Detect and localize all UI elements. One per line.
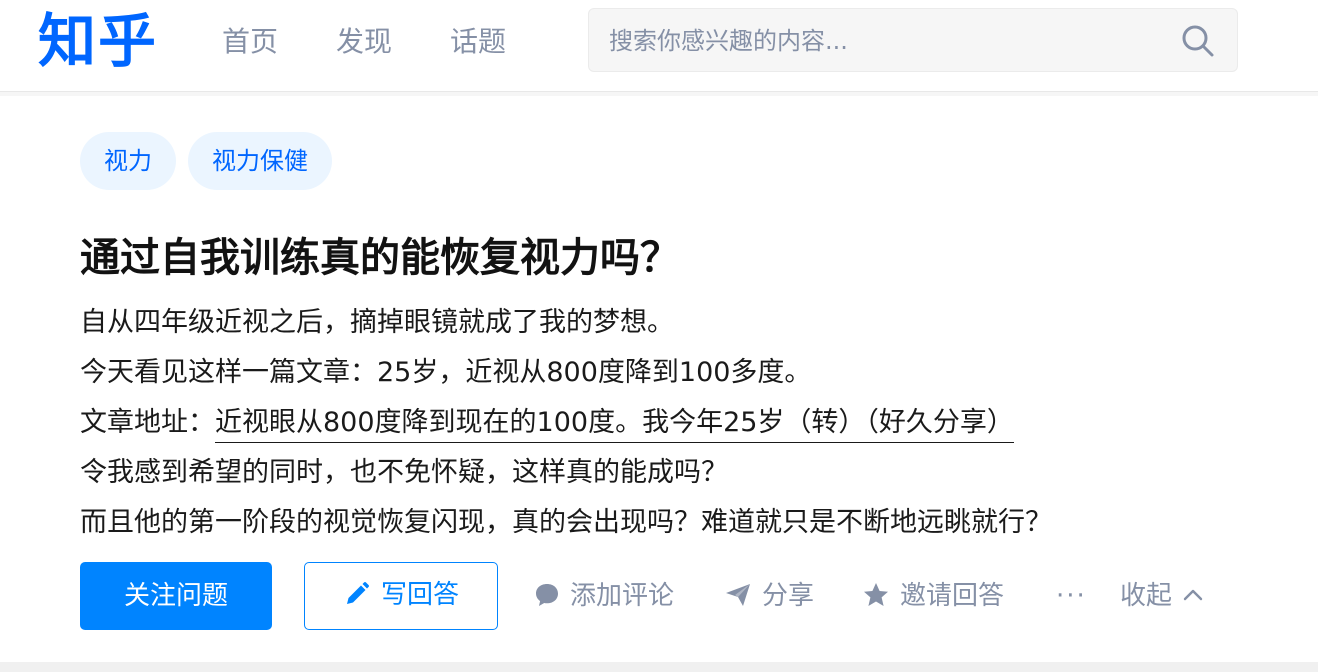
star-icon — [864, 582, 888, 606]
page-bottom-divider — [0, 662, 1318, 672]
write-answer-button[interactable]: 写回答 — [304, 562, 498, 630]
article-address-label: 文章地址： — [80, 407, 215, 438]
question-body: 自从四年级近视之后，摘掉眼镜就成了我的梦想。 今天看见这样一篇文章：25岁，近视… — [80, 298, 1052, 548]
pencil-icon — [346, 581, 369, 604]
tag-vision-care[interactable]: 视力保健 — [188, 132, 332, 190]
collapse-action[interactable]: 收起 — [1120, 562, 1204, 630]
add-comment-label: 添加评论 — [570, 581, 675, 611]
nav-topics[interactable]: 话题 — [450, 24, 506, 60]
body-line-3: 文章地址：近视眼从800度降到现在的100度。我今年25岁（转）（好久分享） — [80, 398, 1052, 448]
chevron-up-icon — [1183, 589, 1203, 600]
add-comment-action[interactable]: 添加评论 — [534, 562, 674, 630]
share-label: 分享 — [762, 581, 815, 611]
body-line-2: 今天看见这样一篇文章：25岁，近视从800度降到100多度。 — [80, 357, 812, 388]
comment-icon — [536, 583, 558, 606]
topic-tags: 视力 视力保健 — [80, 132, 344, 190]
tag-vision[interactable]: 视力 — [80, 132, 176, 190]
more-options-button[interactable]: ··· — [1056, 562, 1087, 630]
follow-question-button[interactable]: 关注问题 — [80, 562, 272, 630]
share-action[interactable]: 分享 — [724, 562, 814, 630]
question-card: 视力 视力保健 通过自我训练真的能恢复视力吗？ 自从四年级近视之后，摘掉眼镜就成… — [0, 96, 1318, 662]
search-box — [588, 8, 1238, 73]
write-answer-label: 写回答 — [380, 580, 459, 610]
top-header: 知乎 首页 发现 话题 — [0, 0, 1318, 92]
zhihu-logo[interactable]: 知乎 — [38, 6, 158, 76]
invite-answer-label: 邀请回答 — [900, 581, 1005, 611]
question-actions: 关注问题 写回答 添加评论 分享 邀请回答 ··· 收起 — [80, 562, 1280, 630]
search-input[interactable] — [607, 9, 1151, 73]
article-link[interactable]: 近视眼从800度降到现在的100度。我今年25岁（转）（好久分享） — [215, 407, 1014, 443]
invite-answer-action[interactable]: 邀请回答 — [862, 562, 1004, 630]
body-line-5: 而且他的第一阶段的视觉恢复闪现，真的会出现吗？难道就只是不断地远眺就行？ — [80, 507, 1052, 538]
body-line-1: 自从四年级近视之后，摘掉眼镜就成了我的梦想。 — [80, 307, 674, 338]
body-line-4: 令我感到希望的同时，也不免怀疑，这样真的能成吗？ — [80, 457, 728, 488]
main-nav: 首页 发现 话题 — [222, 24, 564, 60]
question-title: 通过自我训练真的能恢复视力吗？ — [80, 235, 680, 281]
share-icon — [726, 583, 750, 606]
nav-home[interactable]: 首页 — [222, 24, 278, 60]
search-icon[interactable] — [1181, 24, 1215, 58]
collapse-label: 收起 — [1120, 581, 1173, 611]
nav-discover[interactable]: 发现 — [336, 24, 392, 60]
